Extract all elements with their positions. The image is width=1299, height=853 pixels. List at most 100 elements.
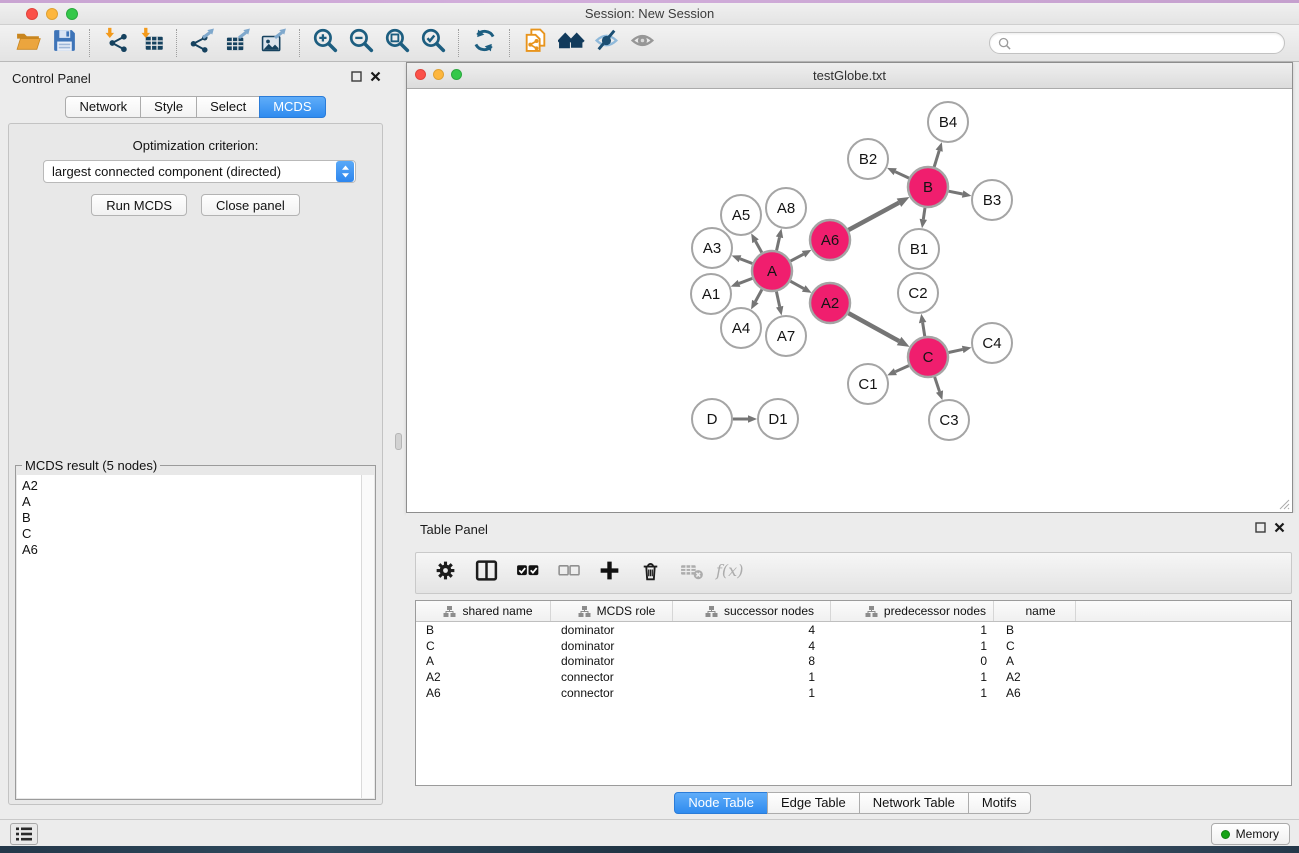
edge-A-A8[interactable] <box>777 237 780 250</box>
clone-network-button[interactable] <box>517 28 553 58</box>
graph-node-A8[interactable]: A8 <box>766 188 806 228</box>
edge-A-A7[interactable] <box>776 292 779 307</box>
float-panel-icon[interactable] <box>351 71 362 82</box>
main-titlebar[interactable]: Session: New Session <box>0 3 1299 25</box>
graph-node-A5[interactable]: A5 <box>721 195 761 235</box>
function-button[interactable]: f(x) <box>719 560 745 586</box>
graph-node-B2[interactable]: B2 <box>848 139 888 179</box>
edge-C-C1[interactable] <box>895 366 908 372</box>
zoom-in-button[interactable] <box>307 28 343 58</box>
column-header-predecessor-nodes[interactable]: predecessor nodes <box>831 601 994 621</box>
graph-node-A3[interactable]: A3 <box>692 228 732 268</box>
edge-B-B2[interactable] <box>895 172 909 178</box>
graph-node-C[interactable]: C <box>908 337 948 377</box>
search-input[interactable] <box>1016 36 1276 50</box>
search-field[interactable] <box>989 32 1285 54</box>
tab-mcds[interactable]: MCDS <box>259 96 325 118</box>
graph-node-A2[interactable]: A2 <box>810 283 850 323</box>
export-image-button[interactable] <box>256 28 292 58</box>
edge-A6-B[interactable] <box>848 203 899 230</box>
network-window-titlebar[interactable]: testGlobe.txt <box>407 63 1292 89</box>
column-header-name[interactable]: name <box>994 601 1076 621</box>
graph-node-A4[interactable]: A4 <box>721 308 761 348</box>
resize-grip-icon[interactable] <box>1277 497 1290 510</box>
edge-A-A2[interactable] <box>790 281 803 288</box>
graph-node-A7[interactable]: A7 <box>766 316 806 356</box>
edge-C-C2[interactable] <box>923 323 925 337</box>
edge-A-A6[interactable] <box>791 254 804 261</box>
tab-network-table[interactable]: Network Table <box>859 792 969 814</box>
mcds-result-item[interactable]: A2 <box>22 478 361 494</box>
table-row[interactable]: Bdominator41B <box>416 622 1291 638</box>
table-row[interactable]: A2connector11A2 <box>416 669 1291 685</box>
graph-node-B3[interactable]: B3 <box>972 180 1012 220</box>
graph-node-C2[interactable]: C2 <box>898 273 938 313</box>
network-canvas[interactable]: AA1A2A3A4A5A6A7A8BB1B2B3B4CC1C2C3C4DD1 <box>407 89 1292 512</box>
mcds-result-item[interactable]: A6 <box>22 542 361 558</box>
graph-node-D[interactable]: D <box>692 399 732 439</box>
hide-selected-button[interactable] <box>589 28 625 58</box>
table-row[interactable]: Adominator80A <box>416 654 1291 670</box>
import-network-button[interactable] <box>97 28 133 58</box>
mcds-result-item[interactable]: B <box>22 510 361 526</box>
edge-C-C4[interactable] <box>949 349 963 352</box>
add-button[interactable] <box>596 560 622 586</box>
run-mcds-button[interactable]: Run MCDS <box>91 194 187 216</box>
zoom-selected-button[interactable] <box>415 28 451 58</box>
columns-button[interactable] <box>473 560 499 586</box>
float-table-panel-icon[interactable] <box>1255 522 1266 533</box>
edge-B-B3[interactable] <box>949 191 963 194</box>
mcds-result-item[interactable]: C <box>22 526 361 542</box>
graph-node-C3[interactable]: C3 <box>929 400 969 440</box>
table-row[interactable]: Cdominator41C <box>416 638 1291 654</box>
edge-A-A1[interactable] <box>739 278 752 283</box>
vertical-splitter-grip[interactable] <box>395 433 402 450</box>
save-session-button[interactable] <box>46 28 82 58</box>
settings-button[interactable] <box>432 560 458 586</box>
edge-C-C3[interactable] <box>935 377 940 392</box>
open-file-button[interactable] <box>10 28 46 58</box>
deselect-all-button[interactable] <box>555 560 581 586</box>
select-all-button[interactable] <box>514 560 540 586</box>
graph-node-A1[interactable]: A1 <box>691 274 731 314</box>
refresh-button[interactable] <box>466 28 502 58</box>
edge-A-A3[interactable] <box>740 259 752 264</box>
column-header-successor-nodes[interactable]: successor nodes <box>673 601 831 621</box>
edge-B-B1[interactable] <box>923 208 925 220</box>
edge-A-A4[interactable] <box>755 289 762 301</box>
mcds-result-item[interactable]: A <box>22 494 361 510</box>
close-panel-icon[interactable] <box>370 71 381 82</box>
close-table-panel-icon[interactable] <box>1274 522 1285 533</box>
home-view-button[interactable] <box>553 28 589 58</box>
tab-network[interactable]: Network <box>65 96 141 118</box>
tab-edge-table[interactable]: Edge Table <box>767 792 860 814</box>
show-all-button[interactable] <box>625 28 661 58</box>
tab-style[interactable]: Style <box>140 96 197 118</box>
export-network-button[interactable] <box>184 28 220 58</box>
task-history-button[interactable] <box>10 823 38 845</box>
import-table-button[interactable] <box>133 28 169 58</box>
tab-select[interactable]: Select <box>196 96 260 118</box>
close-panel-button[interactable]: Close panel <box>201 194 300 216</box>
zoom-fit-button[interactable] <box>379 28 415 58</box>
optimization-select[interactable]: largest connected component (directed) <box>43 160 356 183</box>
memory-button[interactable]: Memory <box>1211 823 1290 845</box>
table-row[interactable]: A6connector11A6 <box>416 685 1291 701</box>
delete-button[interactable] <box>637 560 663 586</box>
tab-motifs[interactable]: Motifs <box>968 792 1031 814</box>
export-table-button[interactable] <box>220 28 256 58</box>
graph-node-D1[interactable]: D1 <box>758 399 798 439</box>
graph-node-B4[interactable]: B4 <box>928 102 968 142</box>
graph-node-C4[interactable]: C4 <box>972 323 1012 363</box>
graph-node-C1[interactable]: C1 <box>848 364 888 404</box>
graph-node-A6[interactable]: A6 <box>810 220 850 260</box>
tab-node-table[interactable]: Node Table <box>674 792 768 814</box>
edge-A-A5[interactable] <box>756 241 762 252</box>
mcds-result-list[interactable]: A2ABCA6 <box>17 475 361 798</box>
column-header-MCDS-role[interactable]: MCDS role <box>551 601 673 621</box>
edge-A2-C[interactable] <box>848 313 899 341</box>
edge-B-B4[interactable] <box>934 151 939 167</box>
mcds-result-scrollbar[interactable] <box>361 475 374 798</box>
graph-node-B[interactable]: B <box>908 167 948 207</box>
column-header-shared-name[interactable]: shared name <box>416 601 551 621</box>
